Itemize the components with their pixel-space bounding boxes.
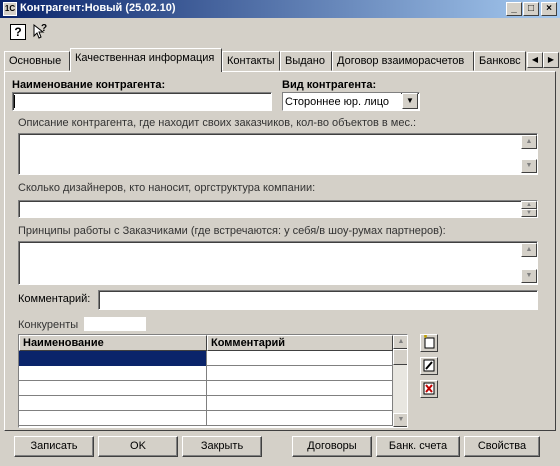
tab-main[interactable]: Основные [4, 51, 70, 71]
type-select[interactable]: Стороннее юр. лицо ▼ [282, 92, 420, 111]
delete-row-button[interactable] [420, 380, 438, 398]
pencil-icon [423, 359, 435, 372]
help-icon[interactable]: ? [10, 24, 26, 40]
ok-button[interactable]: OK [98, 436, 178, 457]
comment-input[interactable] [98, 290, 538, 310]
table-cell[interactable] [207, 396, 393, 411]
window-title: Контрагент:Новый (25.02.10) [20, 2, 176, 14]
help-glyph: ? [10, 24, 26, 40]
table-scrollbar[interactable]: ▲ ▼ [393, 335, 407, 427]
description-textarea[interactable]: ▲ ▼ [18, 133, 538, 175]
table-cell[interactable] [19, 396, 207, 411]
comment-label: Комментарий: [18, 293, 91, 305]
close-window-button[interactable]: × [541, 2, 557, 16]
add-row-button[interactable] [420, 334, 438, 352]
type-label: Вид контрагента: [282, 79, 377, 91]
table-cell[interactable] [19, 381, 207, 396]
maximize-button[interactable]: □ [523, 2, 539, 16]
close-button[interactable]: Закрыть [182, 436, 262, 457]
name-label: Наименование контрагента: [12, 79, 166, 91]
competitors-label: Конкуренты [18, 319, 79, 331]
tab-scroll-left-button[interactable]: ◀ [527, 52, 543, 68]
table-cell[interactable] [207, 381, 393, 396]
scroll-down-icon[interactable]: ▼ [521, 159, 537, 173]
tab-bank[interactable]: Банковс [474, 51, 526, 71]
delete-icon [423, 382, 435, 395]
tab-scroll-right-button[interactable]: ▶ [543, 52, 559, 68]
scroll-up-icon[interactable]: ▲ [521, 243, 537, 257]
tab-quality-info[interactable]: Качественная информация [70, 48, 222, 72]
scroll-down-icon[interactable]: ▼ [521, 269, 537, 283]
bank-accounts-button[interactable]: Банк. счета [376, 436, 460, 457]
table-cell[interactable] [207, 351, 393, 366]
chevron-down-icon[interactable]: ▼ [402, 93, 418, 109]
scroll-down-icon[interactable]: ▼ [393, 413, 407, 427]
description-label: Описание контрагента, где находит своих … [18, 117, 417, 129]
contracts-button[interactable]: Договоры [292, 436, 372, 457]
context-help-glyph: ? [41, 23, 48, 34]
spin-up-icon[interactable]: ▲ [521, 201, 537, 209]
new-document-icon [424, 335, 435, 349]
table-row[interactable] [19, 396, 393, 411]
principles-label: Принципы работы с Заказчиками (где встре… [18, 225, 446, 237]
table-cell[interactable] [207, 366, 393, 381]
context-help-icon[interactable]: ? [32, 23, 48, 40]
edit-row-button[interactable] [420, 357, 438, 375]
table-cell-selected[interactable] [19, 351, 207, 366]
competitors-caption-box [84, 317, 146, 331]
table-row[interactable] [19, 381, 393, 396]
app-icon: 1С [3, 2, 17, 16]
designers-label: Сколько дизайнеров, кто наносит, оргстру… [18, 182, 316, 194]
tab-issued[interactable]: Выдано [280, 51, 332, 71]
scroll-thumb[interactable] [393, 349, 407, 365]
table-row[interactable] [19, 351, 393, 366]
tab-settlement-contract[interactable]: Договор взаиморасчетов [332, 51, 474, 71]
scroll-up-icon[interactable]: ▲ [393, 335, 407, 349]
properties-button[interactable]: Свойства [464, 436, 540, 457]
table-cell[interactable] [19, 366, 207, 381]
table-row[interactable] [19, 366, 393, 381]
table-cell[interactable] [207, 411, 393, 426]
spin-down-icon[interactable]: ▼ [521, 209, 537, 217]
text-cursor [14, 95, 15, 108]
type-select-value: Стороннее юр. лицо [283, 93, 401, 110]
table-row[interactable] [19, 411, 393, 426]
save-button[interactable]: Записать [14, 436, 94, 457]
name-input[interactable] [12, 92, 272, 111]
table-cell[interactable] [19, 411, 207, 426]
column-header-name[interactable]: Наименование [19, 335, 207, 351]
column-header-comment[interactable]: Комментарий [207, 335, 393, 351]
designers-input[interactable]: ▲ ▼ [18, 200, 538, 218]
scroll-up-icon[interactable]: ▲ [521, 135, 537, 149]
principles-textarea[interactable]: ▲ ▼ [18, 241, 538, 285]
tab-contacts[interactable]: Контакты [222, 51, 280, 71]
competitors-table[interactable]: Наименование Комментарий ▲ ▼ [18, 334, 408, 428]
minimize-button[interactable]: _ [506, 2, 522, 16]
